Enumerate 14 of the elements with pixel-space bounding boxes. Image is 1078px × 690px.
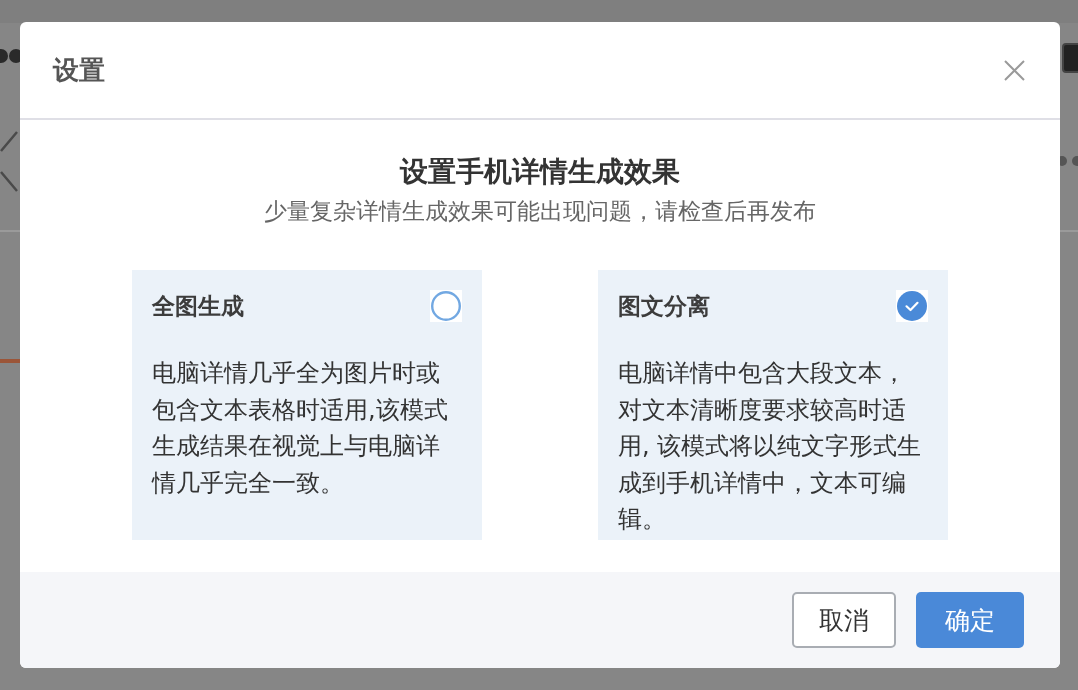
option-description: 电脑详情几乎全为图片时或包含文本表格时适用,该模式生成结果在视觉上与电脑详情几乎完全一致。 xyxy=(152,358,449,499)
option-description: 电脑详情中包含大段文本，对文本清晰度要求较高时适用, 该模式将以纯文字形式生成到手机详情中，文本可编辑。 xyxy=(618,358,923,535)
dialog-title: 设置 xyxy=(53,54,105,87)
option-title: 全图生成 xyxy=(152,292,244,321)
option-title: 图文分离 xyxy=(618,292,710,321)
option-card[interactable]: 图文分离 电脑详情中包含大段文本，对文本清晰度要求较高时适用, 该模式将以纯文字形式生成到手机详情中，文本可编辑。 xyxy=(598,270,948,540)
dialog-subtitle: 少量复杂详情生成效果可能出现问题，请检查后再发布 xyxy=(264,197,816,226)
dialog-heading: 设置手机详情生成效果 xyxy=(400,154,680,190)
radio-button[interactable] xyxy=(430,290,462,322)
option-card[interactable]: 全图生成 电脑详情几乎全为图片时或包含文本表格时适用,该模式生成结果在视觉上与电脑详情几乎完全一致。 xyxy=(132,270,482,540)
close-icon[interactable] xyxy=(1004,59,1025,81)
confirm-button[interactable]: 确定 xyxy=(916,592,1024,648)
radio-button[interactable] xyxy=(896,290,928,322)
cancel-button[interactable]: 取消 xyxy=(792,592,896,648)
